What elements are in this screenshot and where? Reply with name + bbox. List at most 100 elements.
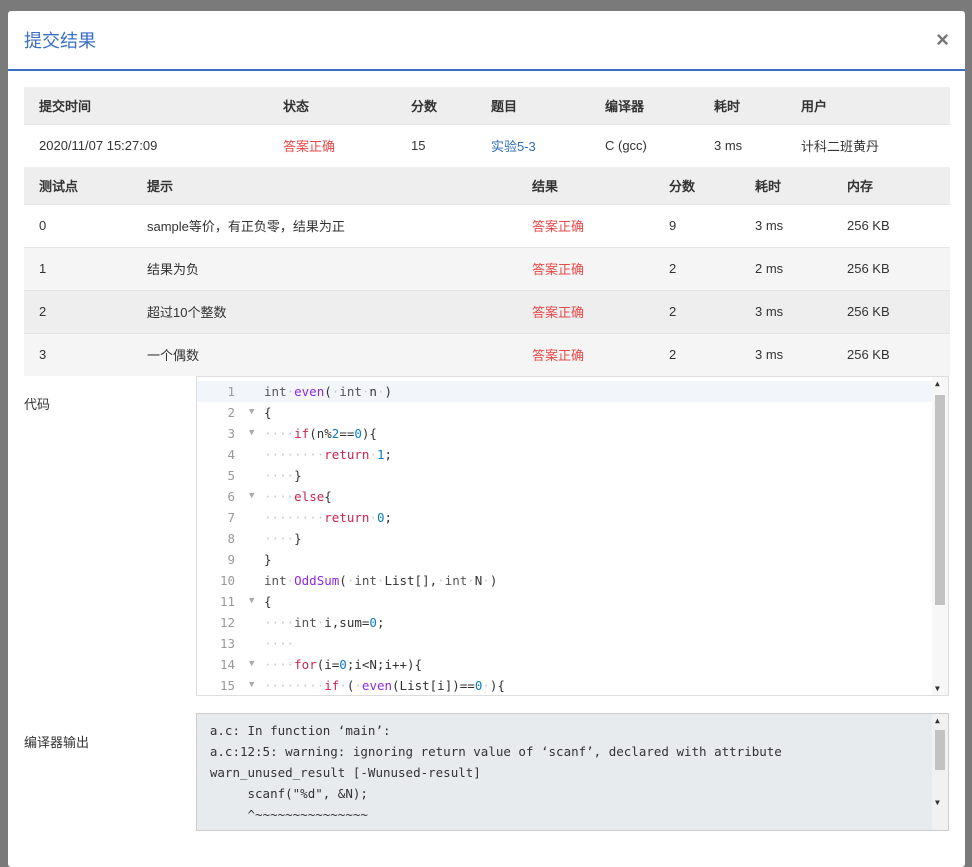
code-line[interactable]: 6 ▼ ····else{ — [197, 486, 945, 507]
fold-icon[interactable]: ▼ — [249, 402, 254, 423]
line-number: 11 — [219, 594, 236, 609]
testcase-score: 9 — [654, 203, 740, 247]
compiler-output-box[interactable]: a.c: In function ‘main’: a.c:12:5: warni… — [195, 713, 949, 831]
submission-result-modal: 提交结果 × 提交时间 状态 分数 题目 编译器 耗时 用户 2020/11/0… — [8, 11, 965, 867]
scroll-down-icon[interactable]: ▼ — [935, 798, 940, 807]
code-text: ····int·i,sum=0; — [264, 615, 385, 630]
testcase-hint: 一个偶数 — [132, 332, 517, 376]
code-text: } — [264, 552, 272, 567]
code-line[interactable]: 1 int·even(·int·n·) — [197, 381, 946, 402]
code-line[interactable]: 13 ···· — [197, 633, 945, 654]
output-line: a.c: In function ‘main’: — [209, 723, 391, 738]
col-test-time: 耗时 — [740, 167, 832, 204]
testcase-hint: sample等价，有正负零，结果为正 — [132, 203, 517, 247]
code-line[interactable]: 4 ········return·1; — [197, 444, 945, 465]
code-line[interactable]: 15 ▼ ········if·(·even(List[i])==0·){ — [197, 675, 945, 695]
scrollbar-thumb[interactable] — [935, 395, 945, 605]
elapsed-value: 3 ms — [699, 123, 786, 167]
line-number: 9 — [227, 552, 236, 567]
code-line[interactable]: 12 ····int·i,sum=0; — [197, 612, 945, 633]
code-text: ····} — [264, 468, 302, 483]
line-number: 8 — [227, 531, 236, 546]
output-line: scanf("%d", &N); — [209, 786, 368, 801]
scroll-up-icon[interactable]: ▲ — [935, 716, 940, 725]
code-text: ···· — [264, 636, 295, 651]
col-test-score: 分数 — [654, 167, 740, 204]
line-number: 2 — [227, 405, 236, 420]
testcase-hint: 超过10个整数 — [132, 289, 517, 333]
table-row: 2 超过10个整数 答案正确 2 3 ms 256 KB — [24, 289, 950, 333]
testcase-memory: 256 KB — [832, 289, 950, 333]
output-line: warn_unused_result [-Wunused-result] — [209, 765, 481, 780]
code-line[interactable]: 7 ········return·0; — [197, 507, 945, 528]
output-scrollbar[interactable]: ▲ ▼ — [932, 714, 948, 830]
testcase-id: 2 — [24, 289, 132, 333]
code-text: ····for(i=0;i<N;i++){ — [264, 657, 423, 672]
fold-icon[interactable]: ▼ — [249, 423, 254, 444]
modal-title: 提交结果 — [24, 31, 96, 51]
testcase-time: 3 ms — [740, 203, 832, 247]
testcase-score: 2 — [654, 332, 740, 376]
summary-table: 提交时间 状态 分数 题目 编译器 耗时 用户 2020/11/07 15:27… — [24, 87, 950, 167]
testcase-id: 0 — [24, 203, 132, 247]
line-number: 3 — [227, 426, 236, 441]
code-lines: 1 int·even(·int·n·) 2 ▼ {3 ▼ ····if(n%2==0){4 ·… — [197, 381, 946, 695]
compiler-value: C (gcc) — [590, 123, 699, 167]
line-number: 6 — [227, 489, 236, 504]
submit-time: 2020/11/07 15:27:09 — [24, 123, 268, 167]
code-line[interactable]: 8 ····} — [197, 528, 945, 549]
testcase-table: 测试点 提示 结果 分数 耗时 内存 0 sample等价，有正负零，结果为正 … — [24, 167, 950, 376]
fold-icon[interactable]: ▼ — [249, 654, 254, 675]
editor-scrollbar[interactable]: ▲ ▼ — [932, 377, 948, 695]
code-line[interactable]: 10 int·OddSum(·int·List[],·int·N·) — [197, 570, 945, 591]
fold-icon[interactable]: ▼ — [249, 675, 254, 695]
col-status: 状态 — [268, 87, 396, 124]
col-elapsed: 耗时 — [699, 87, 786, 124]
code-editor[interactable]: 1 int·even(·int·n·) 2 ▼ {3 ▼ ····if(n%2==0){4 ·… — [196, 376, 949, 696]
code-line[interactable]: 14 ▼ ····for(i=0;i<N;i++){ — [197, 654, 945, 675]
col-compiler: 编译器 — [590, 87, 699, 124]
output-line: ^~~~~~~~~~~~~~~~ — [209, 807, 368, 822]
testcase-time: 2 ms — [740, 246, 832, 290]
scrollbar-thumb[interactable] — [935, 730, 945, 770]
fold-icon[interactable]: ▼ — [249, 591, 254, 612]
testcase-result: 答案正确 — [517, 203, 654, 247]
testcase-score: 2 — [654, 246, 740, 290]
problem-link[interactable]: 实验5-3 — [476, 123, 590, 167]
scroll-down-icon[interactable]: ▼ — [935, 684, 940, 693]
code-text: int·even(·int·n·) — [264, 384, 392, 399]
table-row: 3 一个偶数 答案正确 2 3 ms 256 KB — [24, 332, 950, 376]
code-line[interactable]: 3 ▼ ····if(n%2==0){ — [197, 423, 945, 444]
code-section: 代码 1 int·even(·int·n·) 2 ▼ {3 ▼ ····if(n%2==0)… — [24, 376, 949, 696]
line-number: 10 — [219, 573, 236, 588]
scroll-up-icon[interactable]: ▲ — [935, 379, 940, 388]
code-line[interactable]: 2 ▼ { — [197, 402, 945, 423]
testcase-hint: 结果为负 — [132, 246, 517, 290]
testcase-result: 答案正确 — [517, 332, 654, 376]
table-row: 1 结果为负 答案正确 2 2 ms 256 KB — [24, 246, 950, 290]
code-line[interactable]: 5 ····} — [197, 465, 945, 486]
col-user: 用户 — [786, 87, 950, 124]
code-text: ········return·1; — [264, 447, 393, 462]
code-text: ····else{ — [264, 489, 332, 504]
fold-icon[interactable]: ▼ — [249, 486, 254, 507]
testcase-header-row: 测试点 提示 结果 分数 耗时 内存 — [24, 167, 950, 204]
line-number: 12 — [219, 615, 236, 630]
line-number: 15 — [219, 678, 236, 693]
output-line: a.c:12:5: warning: ignoring return value… — [209, 744, 782, 759]
user-value: 计科二班黄丹 — [786, 123, 950, 167]
line-number: 14 — [219, 657, 236, 672]
status-badge: 答案正确 — [268, 123, 396, 167]
compiler-output-section: 编译器输出 a.c: In function ‘main’: a.c:12:5:… — [24, 696, 949, 831]
code-line[interactable]: 9} — [197, 549, 945, 570]
modal-body: 提交时间 状态 分数 题目 编译器 耗时 用户 2020/11/07 15:27… — [8, 71, 965, 831]
modal-header: 提交结果 × — [8, 11, 965, 71]
code-line[interactable]: 11 ▼ { — [197, 591, 945, 612]
summary-row: 2020/11/07 15:27:09 答案正确 15 实验5-3 C (gcc… — [24, 123, 950, 167]
table-row: 0 sample等价，有正负零，结果为正 答案正确 9 3 ms 256 KB — [24, 203, 950, 247]
testcase-result: 答案正确 — [517, 246, 654, 290]
close-icon[interactable]: × — [936, 29, 949, 51]
line-number: 4 — [227, 447, 236, 462]
testcase-id: 3 — [24, 332, 132, 376]
code-text: ····} — [264, 531, 302, 546]
